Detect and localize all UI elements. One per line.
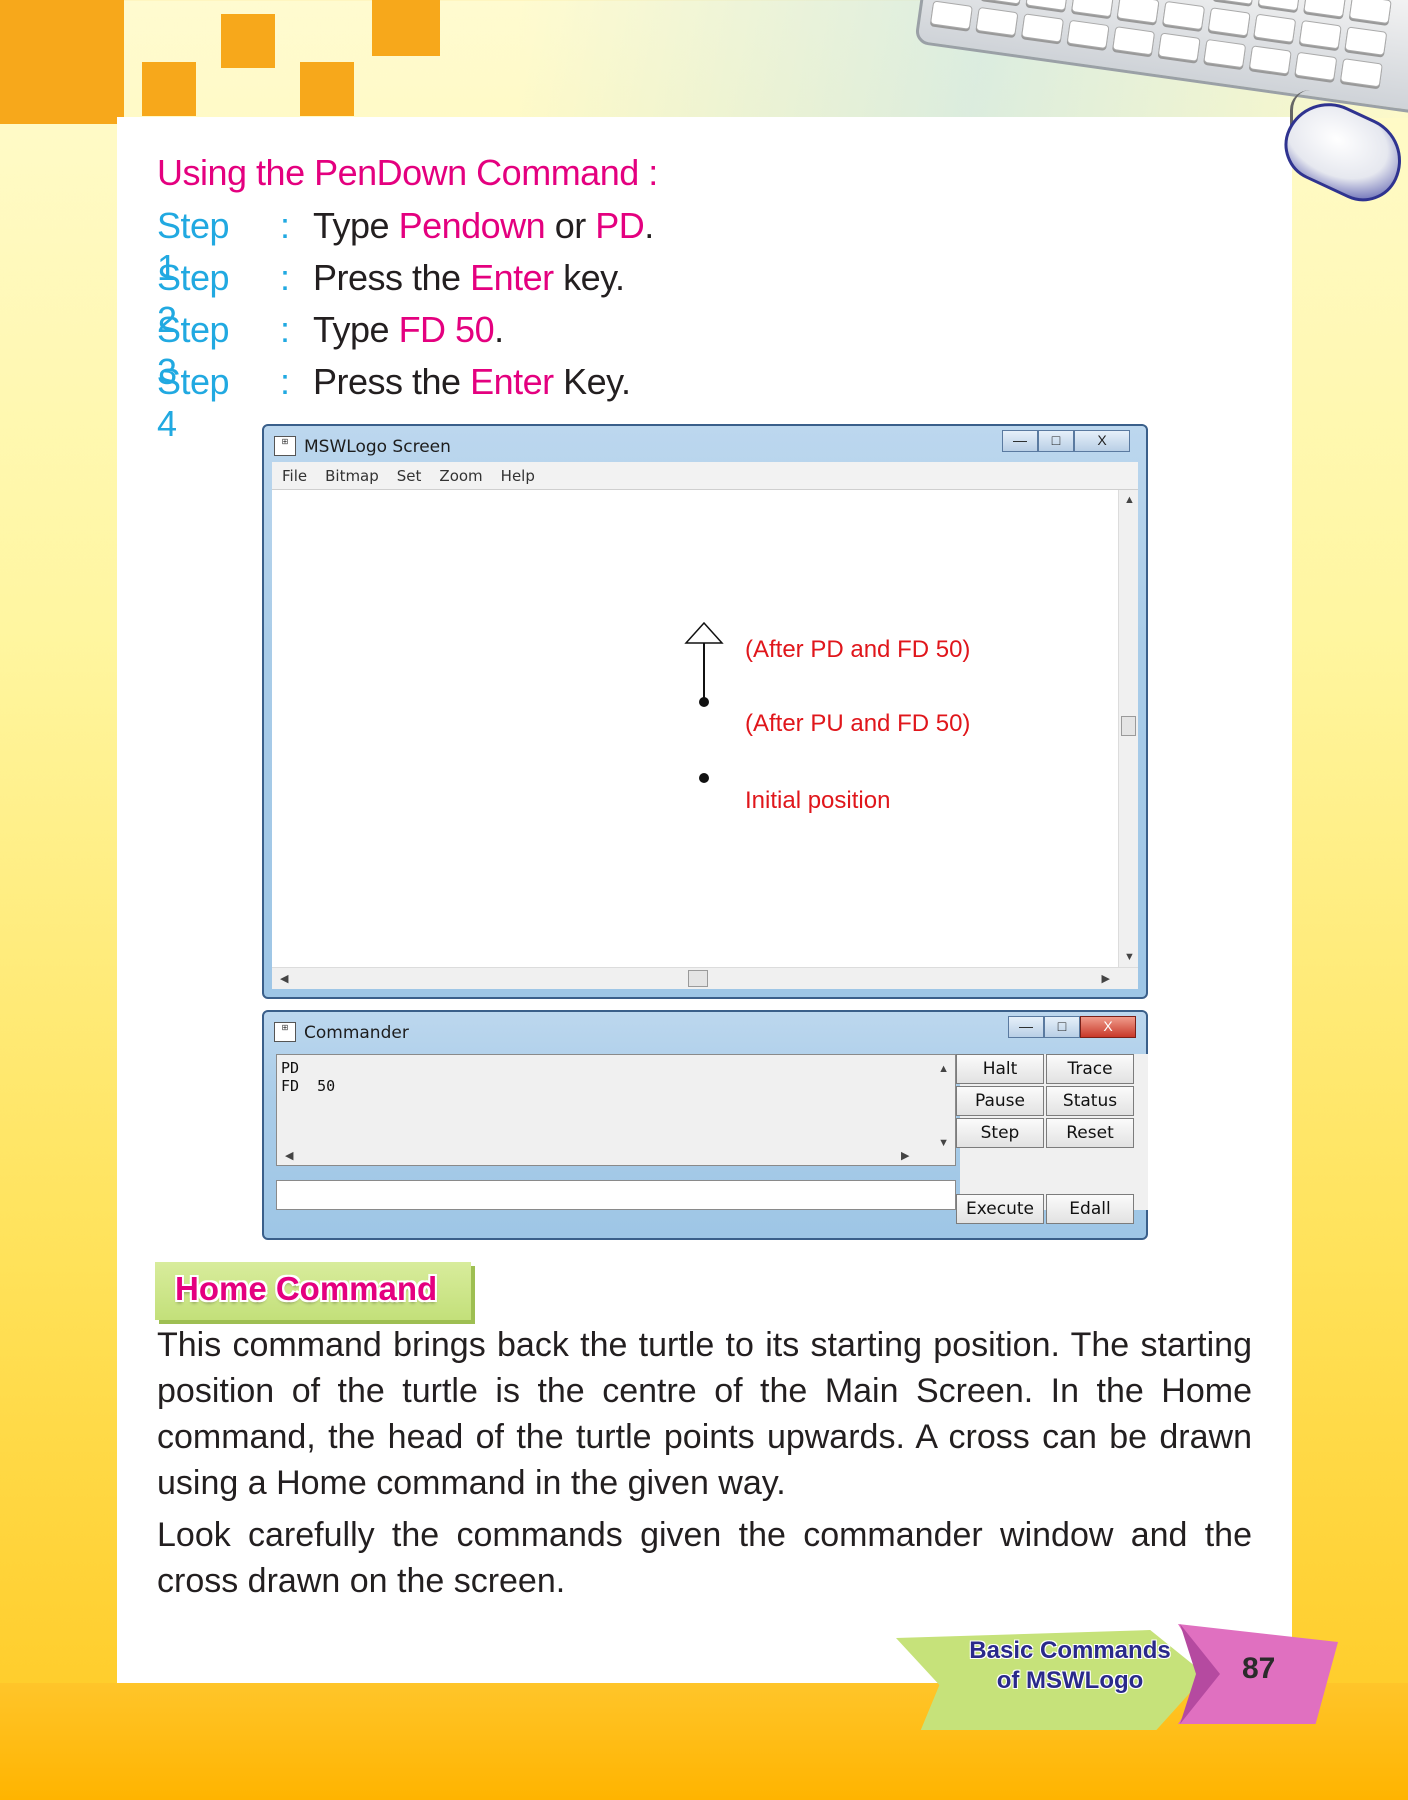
reset-button[interactable]: Reset	[1046, 1118, 1134, 1148]
initial-dot	[699, 773, 709, 783]
menu-file[interactable]: File	[282, 467, 307, 485]
status-button[interactable]: Status	[1046, 1086, 1134, 1116]
scroll-left-icon[interactable]: ◀	[285, 1149, 293, 1162]
section-tag: Home Command	[155, 1262, 471, 1320]
menu-set[interactable]: Set	[397, 467, 422, 485]
scroll-up-icon[interactable]: ▲	[938, 1063, 949, 1075]
step-label: Step 4	[157, 361, 230, 444]
step-colon: :	[279, 205, 290, 246]
scroll-down-icon[interactable]: ▼	[938, 1137, 949, 1149]
menu-bar: File Bitmap Set Zoom Help	[272, 462, 1138, 490]
turtle-triangle-icon	[684, 621, 724, 644]
window-title: Commander	[304, 1023, 409, 1043]
app-icon: ⊞	[274, 436, 296, 456]
execute-button[interactable]: Execute	[956, 1194, 1044, 1224]
step-text: Press the Enter key.	[313, 257, 625, 298]
window-controls: — □ X	[1002, 430, 1130, 452]
section-title: Home Command	[175, 1270, 438, 1307]
halt-button[interactable]: Halt	[956, 1054, 1044, 1084]
step-text: Type Pendown or PD.	[313, 205, 654, 246]
step-text: Type FD 50.	[313, 309, 504, 350]
annotation-initial: Initial position	[745, 787, 891, 814]
step-text: Press the Enter Key.	[313, 361, 631, 402]
vertical-scrollbar[interactable]: ▲ ▼	[1118, 490, 1138, 967]
close-button[interactable]: X	[1080, 1016, 1136, 1038]
mswlogo-screen-window: ⊞ MSWLogo Screen — □ X File Bitmap Set Z…	[262, 424, 1148, 999]
scroll-right-icon[interactable]: ▶	[901, 1149, 909, 1162]
window-controls: — □ X	[1008, 1016, 1136, 1038]
command-input[interactable]	[276, 1180, 956, 1210]
commander-window: ⊞ Commander — □ X PD FD 50 ▲ ▼ ◀ ▶ Halt …	[262, 1010, 1148, 1240]
step-button[interactable]: Step	[956, 1118, 1044, 1148]
history-line: PD	[281, 1059, 300, 1077]
window-title: MSWLogo Screen	[304, 437, 451, 457]
maximize-button[interactable]: □	[1038, 430, 1074, 452]
menu-help[interactable]: Help	[501, 467, 535, 485]
step-colon: :	[279, 257, 290, 298]
paragraph-2: Look carefully the commands given the co…	[157, 1516, 1252, 1600]
scroll-thumb[interactable]	[1121, 716, 1136, 736]
deco-square	[372, 0, 440, 56]
scroll-down-icon[interactable]: ▼	[1124, 951, 1135, 963]
deco-square	[300, 62, 354, 116]
annotation-after-pd: (After PD and FD 50)	[745, 636, 971, 663]
minimize-button[interactable]: —	[1002, 430, 1038, 452]
paragraph-1: This command brings back the turtle to i…	[157, 1326, 1252, 1502]
maximize-button[interactable]: □	[1044, 1016, 1080, 1038]
history-line: FD 50	[281, 1077, 336, 1095]
command-history[interactable]: PD FD 50 ▲ ▼ ◀ ▶	[276, 1054, 956, 1166]
scroll-left-icon[interactable]: ◀	[280, 972, 288, 985]
edall-button[interactable]: Edall	[1046, 1194, 1134, 1224]
minimize-button[interactable]: —	[1008, 1016, 1044, 1038]
scroll-up-icon[interactable]: ▲	[1124, 494, 1135, 506]
page-number: 87	[1242, 1652, 1276, 1685]
trace-button[interactable]: Trace	[1046, 1054, 1134, 1084]
scroll-right-icon[interactable]: ▶	[1102, 972, 1110, 985]
deco-square	[142, 62, 196, 116]
menu-bitmap[interactable]: Bitmap	[325, 467, 379, 485]
deco-square	[221, 14, 275, 68]
close-button[interactable]: X	[1074, 430, 1130, 452]
turtle-dot	[699, 697, 709, 707]
step-colon: :	[279, 309, 290, 350]
menu-zoom[interactable]: Zoom	[439, 467, 482, 485]
annotation-after-pu: (After PU and FD 50)	[745, 710, 971, 737]
pause-button[interactable]: Pause	[956, 1086, 1044, 1116]
corner-block	[0, 0, 124, 124]
section-heading: Using the PenDown Command :	[157, 152, 658, 193]
app-icon: ⊞	[274, 1022, 296, 1042]
step-colon: :	[279, 361, 290, 402]
drawing-canvas[interactable]: (After PD and FD 50) (After PU and FD 50…	[272, 490, 1138, 967]
scroll-thumb[interactable]	[688, 970, 708, 987]
chapter-title: Basic Commands of MSWLogo	[969, 1637, 1171, 1694]
horizontal-scrollbar[interactable]: ◀ ▶	[272, 967, 1138, 989]
